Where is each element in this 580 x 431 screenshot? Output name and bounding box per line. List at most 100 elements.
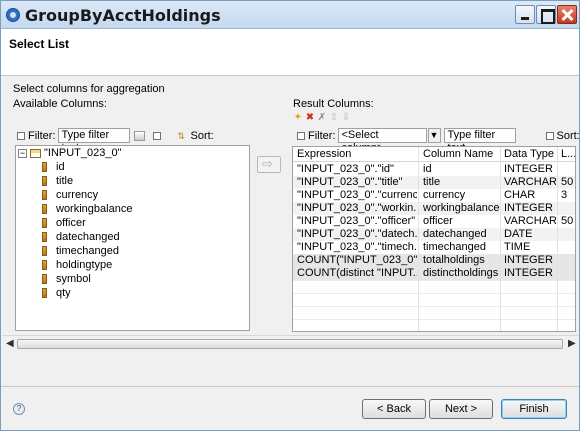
table-row[interactable]: "INPUT_023_0"."datech... datechanged DATE (293, 228, 575, 241)
collapse-icon[interactable]: − (18, 148, 27, 158)
cell-length[interactable] (561, 202, 575, 215)
tree-item-label: timechanged (56, 245, 119, 257)
delete-icon[interactable]: ✖ (305, 113, 315, 123)
cell-length[interactable]: 3 (561, 189, 575, 202)
sort-icon: ⇅ (177, 130, 186, 141)
cell-length[interactable] (561, 228, 575, 241)
maximize-button[interactable] (536, 5, 556, 24)
result-filter-input[interactable]: Type filter text (443, 128, 516, 154)
tree-item-datechanged[interactable]: datechanged (42, 230, 120, 244)
tree-item-qty[interactable]: qty (42, 286, 71, 300)
table-row[interactable]: "INPUT_023_0"."id" id INTEGER (293, 163, 575, 176)
grid-line (293, 306, 575, 307)
minimize-button[interactable] (515, 5, 535, 24)
add-column-button[interactable] (257, 156, 281, 173)
result-columns-label: Result Columns: (293, 98, 374, 110)
cell-expression[interactable]: "INPUT_023_0"."officer" (297, 215, 417, 228)
close-button[interactable] (557, 5, 577, 24)
cell-column-name[interactable]: distinctholdings (423, 267, 499, 280)
available-columns-tree[interactable]: − "INPUT_023_0" id title currency workin… (15, 145, 250, 331)
cell-length[interactable] (561, 267, 575, 280)
cell-length[interactable] (561, 163, 575, 176)
cell-expression[interactable]: "INPUT_023_0"."currency" (297, 189, 417, 202)
add-expression-icon[interactable]: ✦ (293, 113, 303, 123)
cell-expression[interactable]: COUNT("INPUT_023_0"... (297, 254, 417, 267)
chevron-down-icon[interactable]: ▼ (427, 128, 441, 143)
result-columns-table[interactable]: Expression Column Name Data Type L... "I… (292, 146, 576, 332)
scrollbar-thumb[interactable] (17, 339, 563, 349)
tree-item-label: officer (56, 217, 86, 229)
finish-button[interactable]: Finish (501, 399, 567, 419)
cell-column-name[interactable]: currency (423, 189, 499, 202)
cell-data-type[interactable]: INTEGER (504, 202, 556, 215)
header-length[interactable]: L... (561, 148, 575, 161)
result-sort-checkbox[interactable] (545, 131, 554, 140)
table-row[interactable]: COUNT(distinct "INPUT... distinctholdings… (293, 267, 575, 280)
cell-data-type[interactable]: TIME (504, 241, 556, 254)
tree-item-officer[interactable]: officer (42, 216, 86, 230)
table-row[interactable]: COUNT("INPUT_023_0"... totalholdings INTEG… (293, 254, 575, 267)
cell-length[interactable]: 50 (561, 215, 575, 228)
tree-item-currency[interactable]: currency (42, 188, 98, 202)
cell-expression[interactable]: COUNT(distinct "INPUT... (297, 267, 417, 280)
title-bar[interactable]: GroupByAcctHoldings (1, 1, 579, 29)
header-data-type[interactable]: Data Type (504, 148, 556, 161)
available-filter-input[interactable]: Type filter text (57, 128, 130, 154)
cell-column-name[interactable]: totalholdings (423, 254, 499, 267)
tree-root-input[interactable]: − "INPUT_023_0" (18, 146, 122, 160)
tree-item-workingbalance[interactable]: workingbalance (42, 202, 132, 216)
table-row[interactable]: "INPUT_023_0"."currency" currency CHAR 3 (293, 189, 575, 202)
scroll-left-icon[interactable]: ◀ (6, 338, 14, 349)
cell-data-type[interactable]: DATE (504, 228, 556, 241)
table-row[interactable]: "INPUT_023_0"."title" title VARCHAR 50 (293, 176, 575, 189)
cell-length[interactable] (561, 254, 575, 267)
filter-options-icon[interactable] (133, 130, 145, 141)
cell-expression[interactable]: "INPUT_023_0"."id" (297, 163, 417, 176)
select-column-dropdown[interactable]: <Select column> (337, 128, 427, 154)
tree-item-timechanged[interactable]: timechanged (42, 244, 119, 258)
cell-data-type[interactable]: CHAR (504, 189, 556, 202)
next-button[interactable]: Next > (429, 399, 493, 419)
result-sort-label: Sort: (556, 129, 580, 142)
tree-root-label: "INPUT_023_0" (44, 147, 122, 159)
back-button[interactable]: < Back (362, 399, 426, 419)
tree-item-label: symbol (56, 273, 91, 285)
cell-data-type[interactable]: INTEGER (504, 254, 556, 267)
horizontal-scrollbar[interactable]: ◀ ▶ (2, 335, 578, 350)
header-column-name[interactable]: Column Name (423, 148, 501, 161)
cell-length[interactable] (561, 241, 575, 254)
delete-all-icon[interactable]: ✗ (317, 113, 327, 123)
tree-item-title[interactable]: title (42, 174, 73, 188)
cell-data-type[interactable]: INTEGER (504, 163, 556, 176)
tree-item-symbol[interactable]: symbol (42, 272, 91, 286)
table-row[interactable]: "INPUT_023_0"."timech... timechanged TIME (293, 241, 575, 254)
cell-column-name[interactable]: timechanged (423, 241, 499, 254)
cell-data-type[interactable]: VARCHAR (504, 176, 556, 189)
cell-expression[interactable]: "INPUT_023_0"."timech... (297, 241, 417, 254)
cell-column-name[interactable]: id (423, 163, 499, 176)
tree-item-id[interactable]: id (42, 160, 65, 174)
cell-data-type[interactable]: VARCHAR (504, 215, 556, 228)
cell-expression[interactable]: "INPUT_023_0"."datech... (297, 228, 417, 241)
cell-length[interactable]: 50 (561, 176, 575, 189)
available-sort-checkbox[interactable] (152, 131, 161, 140)
cell-data-type[interactable]: INTEGER (504, 267, 556, 280)
move-up-icon[interactable]: ⇧ (329, 113, 339, 123)
cell-column-name[interactable]: workingbalance (423, 202, 499, 215)
help-icon[interactable]: ? (13, 403, 25, 415)
cell-column-name[interactable]: title (423, 176, 499, 189)
cell-column-name[interactable]: datechanged (423, 228, 499, 241)
cell-expression[interactable]: "INPUT_023_0"."title" (297, 176, 417, 189)
table-row[interactable]: "INPUT_023_0"."workin... workingbalance IN… (293, 202, 575, 215)
cell-column-name[interactable]: officer (423, 215, 499, 228)
cell-expression[interactable]: "INPUT_023_0"."workin... (297, 202, 417, 215)
table-row[interactable]: "INPUT_023_0"."officer" officer VARCHAR 50 (293, 215, 575, 228)
grid-line (293, 280, 575, 281)
move-down-icon[interactable]: ⇩ (341, 113, 351, 123)
page-title: Select List (9, 37, 70, 51)
available-filter-checkbox[interactable] (17, 131, 25, 140)
header-expression[interactable]: Expression (297, 148, 417, 161)
result-filter-checkbox[interactable] (297, 131, 305, 140)
tree-item-holdingtype[interactable]: holdingtype (42, 258, 112, 272)
scroll-right-icon[interactable]: ▶ (568, 338, 576, 349)
